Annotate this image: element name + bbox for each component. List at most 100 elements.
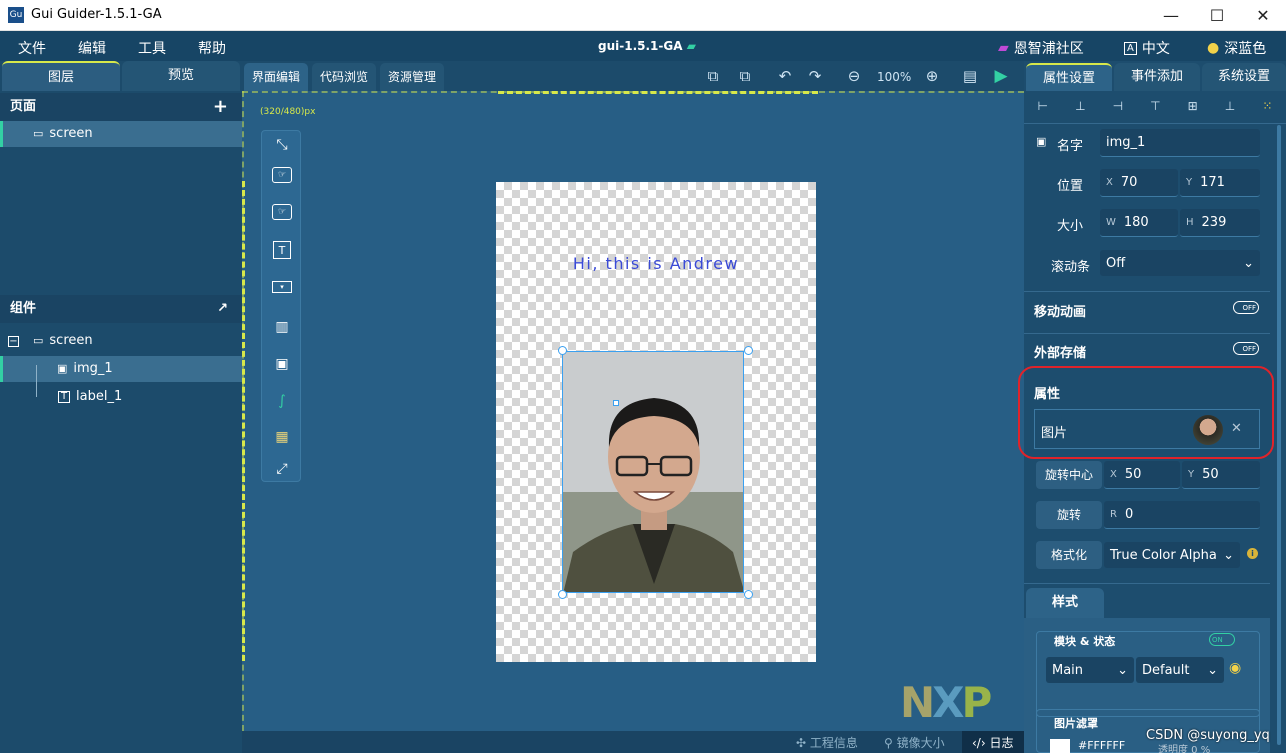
pages-title: 页面 <box>10 99 37 114</box>
height-field[interactable]: H 239 <box>1180 209 1260 237</box>
app-logo-icon: Gu <box>8 7 24 23</box>
pivot-x-field[interactable]: X 50 <box>1104 461 1180 489</box>
container-widget-icon[interactable]: ☞ <box>272 204 292 220</box>
image-label: 图片 <box>1041 426 1068 441</box>
align-left-icon[interactable]: ⊢ <box>1038 99 1048 113</box>
zoom-out-icon[interactable]: ⊖ <box>843 65 865 87</box>
zoom-in-icon[interactable]: ⊕ <box>921 65 943 87</box>
scrollbar-dropdown[interactable]: Off ⌄ <box>1100 250 1260 276</box>
name-field[interactable]: img_1 <box>1100 129 1260 157</box>
label-widget-icon[interactable]: T <box>273 241 291 259</box>
animation-toggle[interactable]: OFF <box>1233 301 1259 314</box>
menu-edit[interactable]: 编辑 <box>78 38 106 58</box>
run-icon[interactable]: ▶ <box>990 65 1012 87</box>
tab-layers[interactable]: 图层 <box>2 61 120 91</box>
style-toggle[interactable]: ON <box>1209 633 1235 646</box>
undo-icon[interactable]: ↶ <box>774 65 796 87</box>
tab-properties[interactable]: 属性设置 <box>1026 63 1112 91</box>
tab-style[interactable]: 样式 <box>1026 588 1104 618</box>
pivot-button[interactable]: 旋转中心 <box>1036 461 1102 489</box>
part-dropdown[interactable]: Main ⌄ <box>1046 657 1134 683</box>
image-picker[interactable]: 图片 ✕ <box>1034 409 1260 449</box>
align-right-icon[interactable]: ⊣ <box>1113 99 1123 113</box>
position-y-field[interactable]: Y 171 <box>1180 169 1260 197</box>
title-bar: Gu Gui Guider-1.5.1-GA — ☐ ✕ <box>0 0 1286 31</box>
menu-file[interactable]: 文件 <box>18 38 46 58</box>
align-center-v-icon[interactable]: ⊞ <box>1188 99 1198 113</box>
recolor-label: 图片滤罩 <box>1054 717 1098 730</box>
eye-icon[interactable]: ◉ <box>1229 660 1241 676</box>
align-bottom-icon[interactable]: ⊥ <box>1225 99 1235 113</box>
expand-arrows-icon[interactable]: ⤢ <box>270 457 294 481</box>
clear-image-icon[interactable]: ✕ <box>1231 421 1242 436</box>
pivot-handle[interactable] <box>613 400 619 406</box>
dropdown-widget-icon[interactable]: ▾ <box>272 281 292 293</box>
mirror-size-button[interactable]: ⚲ 镜像大小 <box>884 734 945 751</box>
language-switch[interactable]: A 中文 <box>1124 38 1170 58</box>
monitor-icon: ▭ <box>33 127 44 140</box>
resize-handle-br[interactable] <box>744 590 753 599</box>
rotate-field[interactable]: R0 <box>1104 501 1260 529</box>
theme-switch[interactable]: ● 深蓝色 <box>1207 38 1266 58</box>
position-x-field[interactable]: X 70 <box>1100 169 1178 197</box>
resize-handle-tl[interactable] <box>558 346 567 355</box>
copy-icon[interactable]: ⧉ <box>702 65 724 87</box>
button-widget-icon[interactable]: ☞ <box>272 167 292 183</box>
part-value: Main <box>1052 662 1084 678</box>
menu-help[interactable]: 帮助 <box>198 38 226 58</box>
tab-code-view[interactable]: 代码浏览 <box>312 63 377 91</box>
grid-icon[interactable]: ⁙ <box>1262 99 1272 113</box>
project-info-button[interactable]: ✣ 工程信息 <box>796 734 858 751</box>
chevron-down-icon: ⌄ <box>1243 255 1254 271</box>
resize-handle-bl[interactable] <box>558 590 567 599</box>
pages-header: 页面 + <box>0 93 242 121</box>
minimize-button[interactable]: — <box>1148 0 1194 31</box>
add-page-icon[interactable]: + <box>213 93 228 121</box>
hello-label[interactable]: Hi, this is Andrew <box>496 254 816 273</box>
storage-toggle[interactable]: OFF <box>1233 342 1259 355</box>
close-button[interactable]: ✕ <box>1240 0 1286 31</box>
format-dropdown[interactable]: True Color Alpha ⌄ <box>1104 542 1240 568</box>
rotate-button[interactable]: 旋转 <box>1036 501 1102 529</box>
image-icon: ▣ <box>1036 135 1047 148</box>
maximize-button[interactable]: ☐ <box>1194 0 1240 31</box>
tab-system[interactable]: 系统设置 <box>1202 63 1286 91</box>
paste-icon[interactable]: ⧉ <box>734 65 756 87</box>
palette-icon: ● <box>1207 40 1220 56</box>
resize-handle-tr[interactable] <box>744 346 753 355</box>
size-w-value: 180 <box>1123 215 1149 230</box>
log-button[interactable]: ‹/› 日志 <box>962 731 1024 753</box>
collapse-icon[interactable]: − <box>8 335 19 347</box>
external-link-icon[interactable]: ↗ <box>217 295 228 323</box>
screen-canvas[interactable]: Hi, this is Andrew <box>496 182 816 662</box>
qrcode-widget-icon[interactable]: ▦ <box>270 425 294 449</box>
properties-scrollbar[interactable] <box>1277 125 1281 745</box>
image-widget-icon[interactable]: ▣ <box>270 352 294 376</box>
state-value: Default <box>1142 662 1190 678</box>
tab-ui-editor[interactable]: 界面编辑 <box>244 63 309 91</box>
menu-tools[interactable]: 工具 <box>138 38 166 58</box>
tab-resources[interactable]: 资源管理 <box>380 63 445 91</box>
format-button[interactable]: 格式化 <box>1036 541 1102 569</box>
curve-widget-icon[interactable]: ∫ <box>270 389 294 413</box>
info-icon[interactable]: i <box>1247 548 1258 559</box>
community-link[interactable]: ▰ 恩智浦社区 <box>998 38 1084 58</box>
width-field[interactable]: W 180 <box>1100 209 1178 237</box>
color-swatch[interactable] <box>1050 739 1070 753</box>
redo-icon[interactable]: ↷ <box>804 65 826 87</box>
state-dropdown[interactable]: Default ⌄ <box>1136 657 1224 683</box>
tab-events[interactable]: 事件添加 <box>1114 63 1200 91</box>
tree-connector <box>36 365 37 397</box>
generate-code-icon[interactable]: ▤ <box>959 65 981 87</box>
image-widget[interactable] <box>562 351 744 593</box>
collapse-arrows-icon[interactable]: ⤡ <box>270 133 294 157</box>
pivot-y-field[interactable]: Y 50 <box>1182 461 1260 489</box>
align-top-icon[interactable]: ⊤ <box>1150 99 1160 113</box>
tree-root-screen[interactable]: − ▭ screen <box>0 328 242 354</box>
chart-widget-icon[interactable]: ▥ <box>270 315 294 339</box>
rotate-value: 0 <box>1124 507 1134 522</box>
nxp-logo: NXP <box>900 678 992 727</box>
align-center-h-icon[interactable]: ⊥ <box>1075 99 1085 113</box>
page-item-screen[interactable]: ▭ screen <box>0 121 242 147</box>
tab-preview[interactable]: 预览 <box>122 61 240 91</box>
